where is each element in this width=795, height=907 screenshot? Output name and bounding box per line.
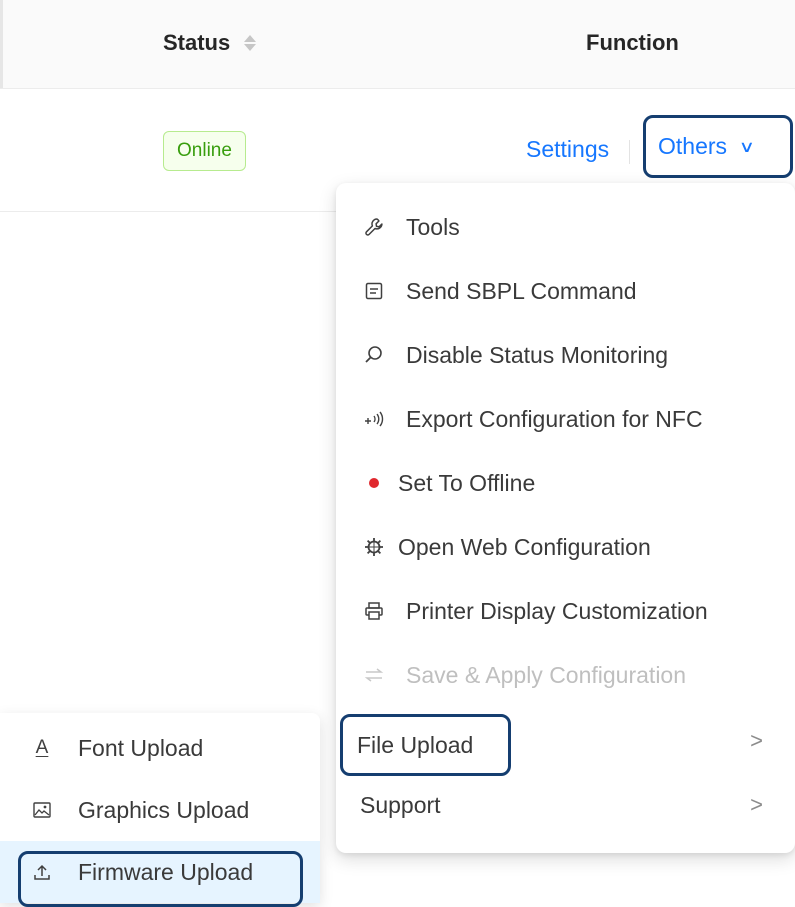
upload-icon	[30, 863, 54, 881]
web-gear-icon	[360, 537, 388, 557]
menu-item-set-to-offline[interactable]: Set To Offline	[336, 451, 795, 515]
header-left-border	[0, 0, 3, 88]
others-button-label: Others	[658, 133, 728, 159]
menu-item-disable-status-monitoring[interactable]: Disable Status Monitoring	[336, 323, 795, 387]
submenu-item-graphics-upload[interactable]: Graphics Upload	[0, 779, 320, 841]
menu-item-label: Printer Display Customization	[406, 597, 708, 624]
file-upload-submenu: A Font Upload Graphics Upload Firmware U…	[0, 713, 320, 903]
others-dropdown-button[interactable]: Others ∨	[643, 115, 793, 178]
red-dot-icon	[360, 478, 388, 488]
status-badge: Online	[163, 131, 246, 171]
submenu-item-label: Font Upload	[78, 734, 204, 761]
nfc-icon	[360, 411, 388, 427]
submenu-item-firmware-upload[interactable]: Firmware Upload	[0, 841, 320, 903]
font-icon: A	[35, 737, 49, 758]
sort-icon[interactable]	[244, 35, 257, 51]
submenu-item-font-upload[interactable]: A Font Upload	[0, 717, 320, 779]
menu-item-send-sbpl-command[interactable]: Send SBPL Command	[336, 259, 795, 323]
submenu-item-label: Graphics Upload	[78, 796, 250, 823]
menu-item-label: File Upload	[357, 731, 474, 758]
swap-arrows-icon	[360, 667, 388, 683]
wrench-icon	[360, 217, 388, 237]
menu-item-support[interactable]: Support >	[336, 773, 795, 837]
menu-item-label: Export Configuration for NFC	[406, 405, 703, 432]
menu-item-label: Save & Apply Configuration	[406, 661, 687, 688]
chevron-right-icon: >	[750, 728, 763, 753]
chevron-down-icon: ∨	[738, 138, 756, 156]
submenu-item-label: Firmware Upload	[78, 858, 254, 885]
menu-item-printer-display-customization[interactable]: Printer Display Customization	[336, 579, 795, 643]
file-upload-highlight[interactable]: File Upload	[340, 714, 511, 776]
status-column-header[interactable]: Status	[163, 30, 257, 56]
menu-item-label: Support	[360, 791, 441, 818]
table-header: Status Function	[0, 0, 795, 89]
menu-item-tools[interactable]: Tools	[336, 195, 795, 259]
image-icon	[30, 802, 54, 818]
menu-item-open-web-configuration[interactable]: Open Web Configuration	[336, 515, 795, 579]
search-monitor-icon	[360, 345, 388, 365]
menu-item-label: Open Web Configuration	[398, 533, 651, 560]
chevron-right-icon: >	[750, 792, 763, 817]
printer-icon	[360, 601, 388, 621]
menu-item-export-configuration-nfc[interactable]: Export Configuration for NFC	[336, 387, 795, 451]
command-box-icon	[360, 282, 388, 300]
function-column-header: Function	[586, 30, 679, 55]
menu-item-label: Send SBPL Command	[406, 277, 637, 304]
menu-item-save-apply-configuration: Save & Apply Configuration	[336, 643, 795, 707]
menu-item-label: Tools	[406, 213, 460, 240]
status-header-label: Status	[163, 30, 231, 55]
menu-item-label: Set To Offline	[398, 469, 536, 496]
function-divider	[629, 140, 630, 164]
menu-item-label: Disable Status Monitoring	[406, 341, 669, 368]
settings-link[interactable]: Settings	[526, 136, 609, 163]
